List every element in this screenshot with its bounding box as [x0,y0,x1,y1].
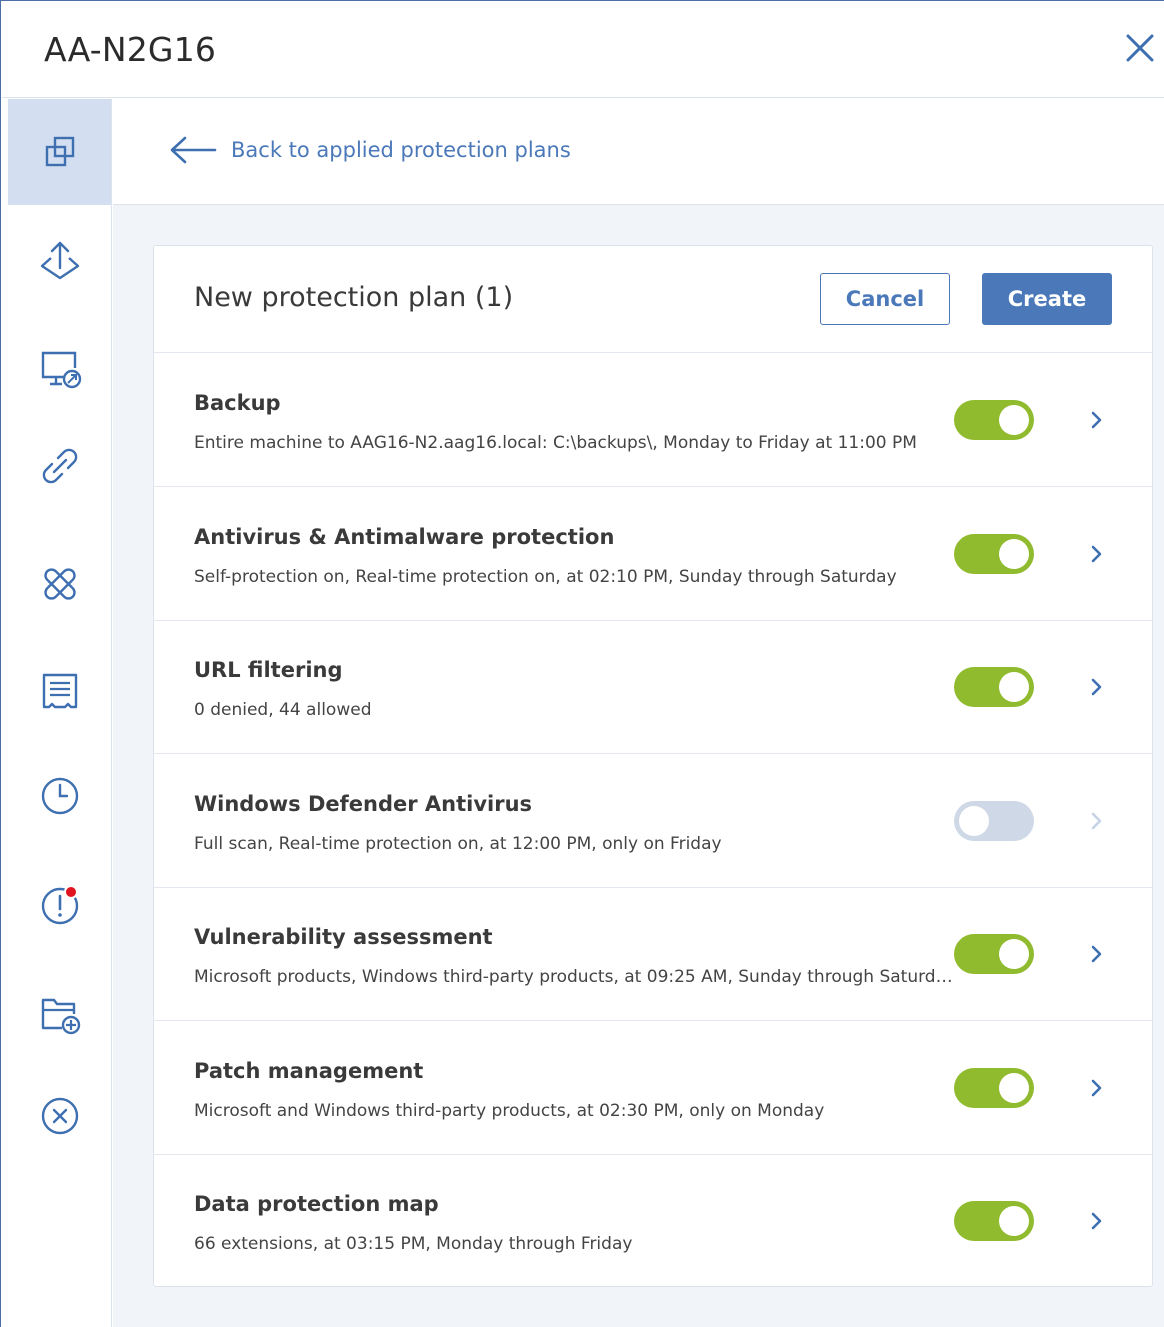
module-toggle[interactable] [954,934,1034,974]
toggle-knob [999,939,1029,969]
toggle-knob [999,405,1029,435]
toggle-knob [999,1073,1029,1103]
monitor-connect-icon [41,351,81,389]
title-bar: AA-N2G16 [2,2,1164,98]
upload-diamond-icon [40,241,79,280]
module-title: URL filtering [194,658,343,682]
module-toggle[interactable] [954,534,1034,574]
toggle-knob [999,539,1029,569]
close-circle-icon [41,1097,78,1135]
sidebar-item-remote-desktop[interactable] [8,315,111,421]
sidebar-item-protection-plans[interactable] [8,99,111,205]
close-icon[interactable] [1120,28,1160,68]
module-toggle[interactable] [954,1201,1034,1241]
sidebar-item-alerts[interactable] [8,851,111,957]
module-row-backup[interactable]: Backup Entire machine to AAG16-N2.aag16.… [154,353,1152,487]
module-row-patch-management[interactable]: Patch management Microsoft and Windows t… [154,1021,1152,1155]
protection-plan-card: New protection plan (1) Cancel Create Ba… [153,245,1153,1287]
document-list-icon [42,673,77,709]
link-icon [42,448,77,484]
module-row-data-protection-map[interactable]: Data protection map 66 extensions, at 03… [154,1154,1152,1288]
chevron-right-icon[interactable] [1090,1210,1104,1232]
main-panel: Back to applied protection plans New pro… [113,99,1164,1327]
toggle-knob [959,806,989,836]
cancel-button[interactable]: Cancel [820,273,950,325]
toggle-knob [999,1206,1029,1236]
sidebar-item-activities[interactable] [8,743,111,849]
back-link-label: Back to applied protection plans [231,138,571,162]
sidebar-item-inventory[interactable] [8,638,111,744]
chevron-right-icon[interactable] [1090,409,1104,431]
module-row-windows-defender[interactable]: Windows Defender Antivirus Full scan, Re… [154,754,1152,888]
module-description: Full scan, Real-time protection on, at 1… [194,834,722,854]
toggle-knob [999,672,1029,702]
module-description: Microsoft and Windows third-party produc… [194,1101,825,1121]
chevron-right-icon[interactable] [1090,543,1104,565]
module-description: Entire machine to AAG16-N2.aag16.local: … [194,433,917,453]
module-row-antivirus[interactable]: Antivirus & Antimalware protection Self-… [154,487,1152,621]
chevron-right-icon[interactable] [1090,1077,1104,1099]
module-row-url-filtering[interactable]: URL filtering 0 denied, 44 allowed [154,620,1152,754]
sidebar-item-add-to-group[interactable] [8,961,111,1067]
back-link[interactable]: Back to applied protection plans [169,135,571,165]
bandage-icon [43,568,76,600]
module-description: Microsoft products, Windows third-party … [194,967,954,987]
module-toggle[interactable] [954,801,1034,841]
module-title: Backup [194,391,281,415]
window-frame: AA-N2G16 Back to applied protection plan… [0,0,1164,1327]
create-button[interactable]: Create [982,273,1112,325]
module-description: Self-protection on, Real-time protection… [194,567,897,587]
module-row-vulnerability-assessment[interactable]: Vulnerability assessment Microsoft produ… [154,887,1152,1021]
chevron-right-icon[interactable] [1090,810,1104,832]
plan-title: New protection plan (1) [194,282,514,313]
chevron-right-icon[interactable] [1090,676,1104,698]
window-title: AA-N2G16 [44,30,217,69]
module-description: 66 extensions, at 03:15 PM, Monday throu… [194,1234,633,1254]
module-title: Vulnerability assessment [194,925,493,949]
module-title: Windows Defender Antivirus [194,792,533,816]
plan-header: New protection plan (1) Cancel Create [154,246,1152,353]
module-toggle[interactable] [954,667,1034,707]
module-toggle[interactable] [954,400,1034,440]
overlapping-squares-icon [45,136,74,167]
sidebar-item-links[interactable] [8,413,111,519]
chevron-right-icon[interactable] [1090,943,1104,965]
arrow-left-icon [170,136,217,164]
back-bar: Back to applied protection plans [113,99,1164,205]
notification-badge [63,885,78,899]
clock-icon [41,777,78,815]
sidebar [8,99,112,1327]
sidebar-item-delete[interactable] [8,1063,111,1169]
module-toggle[interactable] [954,1068,1034,1108]
sidebar-item-patch[interactable] [8,531,111,637]
module-title: Patch management [194,1059,424,1083]
sidebar-item-recovery[interactable] [8,207,111,313]
folder-add-icon [41,998,80,1035]
module-title: Antivirus & Antimalware protection [194,525,615,549]
module-description: 0 denied, 44 allowed [194,700,372,720]
alert-icon [41,885,78,925]
module-title: Data protection map [194,1192,439,1216]
